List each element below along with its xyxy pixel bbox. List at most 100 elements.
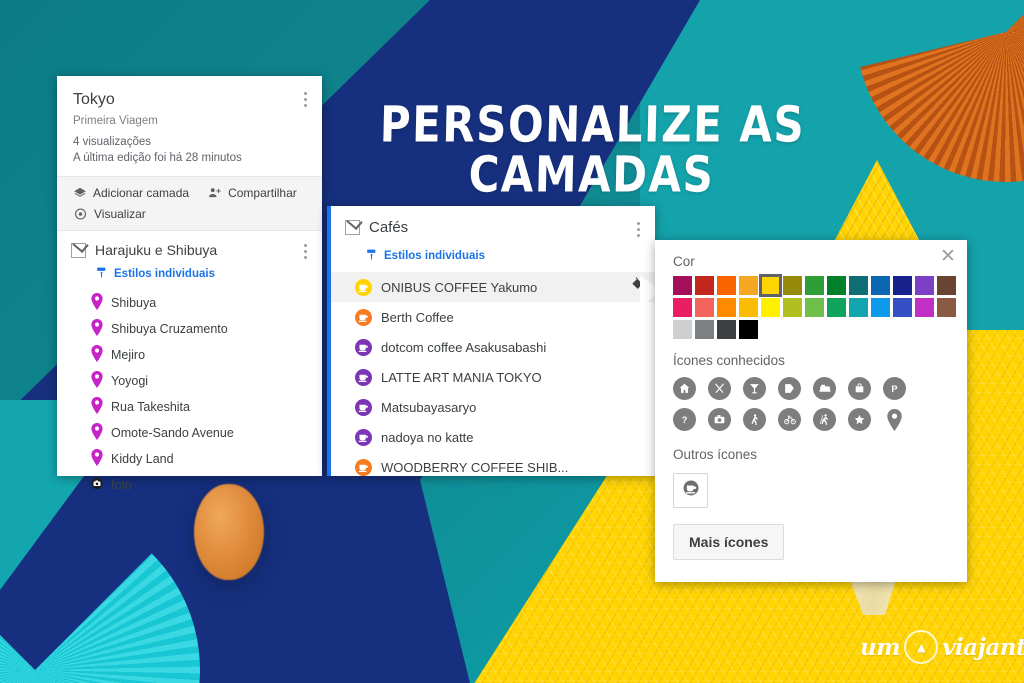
map-pin-icon[interactable] <box>883 408 906 431</box>
color-swatch[interactable] <box>761 298 780 317</box>
list-item[interactable]: Mejiro <box>57 342 322 368</box>
cafe-label: WOODBERRY COFFEE SHIB... <box>381 459 569 475</box>
color-section-label: Cor <box>673 254 695 269</box>
add-layer-button[interactable]: Adicionar camada <box>73 186 189 200</box>
background-orange-sphere <box>194 484 264 580</box>
list-item[interactable]: Shibuya <box>57 290 322 316</box>
more-icons-button[interactable]: Mais ícones <box>673 524 785 560</box>
list-item[interactable]: Kiddy Land <box>57 446 322 472</box>
list-item[interactable]: Shibuya Cruzamento <box>57 316 322 342</box>
color-swatch-row <box>673 298 967 317</box>
map-pin-icon <box>91 423 103 443</box>
map-pin-icon <box>91 345 103 365</box>
list-item[interactable]: ONIBUS COFFEE Yakumo <box>331 272 655 302</box>
map-panel-kebab-menu-icon[interactable] <box>297 88 313 110</box>
layer-kebab-menu-icon[interactable] <box>297 240 313 262</box>
list-item[interactable]: nadoya no katte <box>331 422 655 452</box>
color-swatch[interactable] <box>937 298 956 317</box>
watermark-left: um <box>860 633 901 661</box>
close-icon[interactable]: ✕ <box>937 246 959 268</box>
place-label: Kiddy Land <box>111 452 174 467</box>
map-pin-icon <box>91 293 103 313</box>
map-last-edit: A última edição foi há 28 minutos <box>73 152 242 165</box>
place-label: Mejiro <box>111 348 146 363</box>
color-swatch[interactable] <box>915 298 934 317</box>
color-swatch[interactable] <box>673 298 692 317</box>
places-list: Shibuya Shibuya Cruzamento Mejiro Yoyogi Rua… <box>57 288 322 498</box>
style-picker-panel: ✕ Cor Ícones conhecidos P? Outros ícones… <box>655 240 967 582</box>
map-pin-icon <box>91 371 103 391</box>
color-swatch[interactable] <box>893 276 912 295</box>
list-item[interactable]: Berth Coffee <box>331 302 655 332</box>
color-swatch[interactable] <box>739 320 758 339</box>
color-swatch[interactable] <box>893 298 912 317</box>
color-swatch[interactable] <box>827 298 846 317</box>
layer-checkbox-harajuku[interactable] <box>71 242 86 258</box>
color-swatch[interactable] <box>783 276 802 295</box>
list-item[interactable]: Matsubayasaryo <box>331 392 655 422</box>
bar-icon[interactable] <box>743 377 766 400</box>
individual-styles-link-harajuku[interactable]: Estilos individuais <box>57 262 322 288</box>
color-swatch[interactable] <box>937 276 956 295</box>
list-item[interactable]: Yoyogi <box>57 368 322 394</box>
color-swatch[interactable] <box>871 276 890 295</box>
place-label: Rua Takeshita <box>111 400 190 415</box>
color-swatch[interactable] <box>739 298 758 317</box>
map-pin-icon <box>91 397 103 417</box>
parking-icon[interactable]: P <box>883 377 906 400</box>
shopping-tag-icon[interactable] <box>778 377 801 400</box>
color-swatch[interactable] <box>849 298 868 317</box>
home-icon[interactable] <box>673 377 696 400</box>
list-item[interactable]: LATTE ART MANIA TOKYO <box>331 362 655 392</box>
restaurant-icon[interactable] <box>708 377 731 400</box>
walking-icon[interactable] <box>743 408 766 431</box>
bicycle-icon[interactable] <box>778 408 801 431</box>
headline-text: PERSONALIZE AS CAMADAS <box>379 95 806 204</box>
color-swatch[interactable] <box>673 320 692 339</box>
color-swatch[interactable] <box>673 276 692 295</box>
place-label: foto <box>111 478 132 493</box>
color-swatch[interactable] <box>717 298 736 317</box>
color-swatch[interactable] <box>695 320 714 339</box>
color-swatch[interactable] <box>871 298 890 317</box>
cafes-list: ONIBUS COFFEE Yakumo Berth Coffee dotcom c… <box>331 270 655 482</box>
individual-styles-link-cafes[interactable]: Estilos individuais <box>331 244 655 270</box>
camera-icon[interactable] <box>708 408 731 431</box>
cafes-kebab-menu-icon[interactable] <box>630 218 646 240</box>
color-swatch[interactable] <box>695 276 714 295</box>
color-swatch[interactable] <box>805 298 824 317</box>
layer-name-harajuku: Harajuku e Shibuya <box>95 242 218 259</box>
color-swatch[interactable] <box>695 298 714 317</box>
color-swatch[interactable] <box>805 276 824 295</box>
preview-label: Visualizar <box>94 207 146 222</box>
map-panel-actions-row1: Adicionar camada Compartilhar <box>73 186 306 200</box>
color-swatch[interactable] <box>783 298 802 317</box>
map-views-count: 4 visualizações <box>73 136 151 149</box>
color-swatch[interactable] <box>759 274 782 297</box>
color-swatch[interactable] <box>849 276 868 295</box>
coffee-cup-icon <box>355 308 372 326</box>
list-item[interactable]: foto <box>57 472 322 498</box>
cafes-panel-header: Cafés <box>331 206 655 244</box>
color-swatch[interactable] <box>827 276 846 295</box>
list-item[interactable]: WOODBERRY COFFEE SHIB... <box>331 452 655 482</box>
layer-row-harajuku[interactable]: Harajuku e Shibuya <box>57 231 322 262</box>
hotel-bed-icon[interactable] <box>813 377 836 400</box>
color-swatch[interactable] <box>717 320 736 339</box>
list-item[interactable]: Rua Takeshita <box>57 394 322 420</box>
other-icon-coffee-cup[interactable] <box>673 473 708 508</box>
preview-button[interactable]: Visualizar <box>73 207 146 221</box>
question-icon[interactable]: ? <box>673 408 696 431</box>
hiking-icon[interactable] <box>813 408 836 431</box>
list-item[interactable]: dotcom coffee Asakusabashi <box>331 332 655 362</box>
cafes-checkbox[interactable] <box>345 220 360 235</box>
star-icon[interactable] <box>848 408 871 431</box>
list-item[interactable]: Omote-Sando Avenue <box>57 420 322 446</box>
color-swatch-grid <box>655 274 967 339</box>
color-swatch[interactable] <box>739 276 758 295</box>
share-button[interactable]: Compartilhar <box>207 186 297 200</box>
color-swatch[interactable] <box>915 276 934 295</box>
shopping-bag-icon[interactable] <box>848 377 871 400</box>
color-swatch[interactable] <box>717 276 736 295</box>
coffee-cup-icon <box>355 428 372 446</box>
